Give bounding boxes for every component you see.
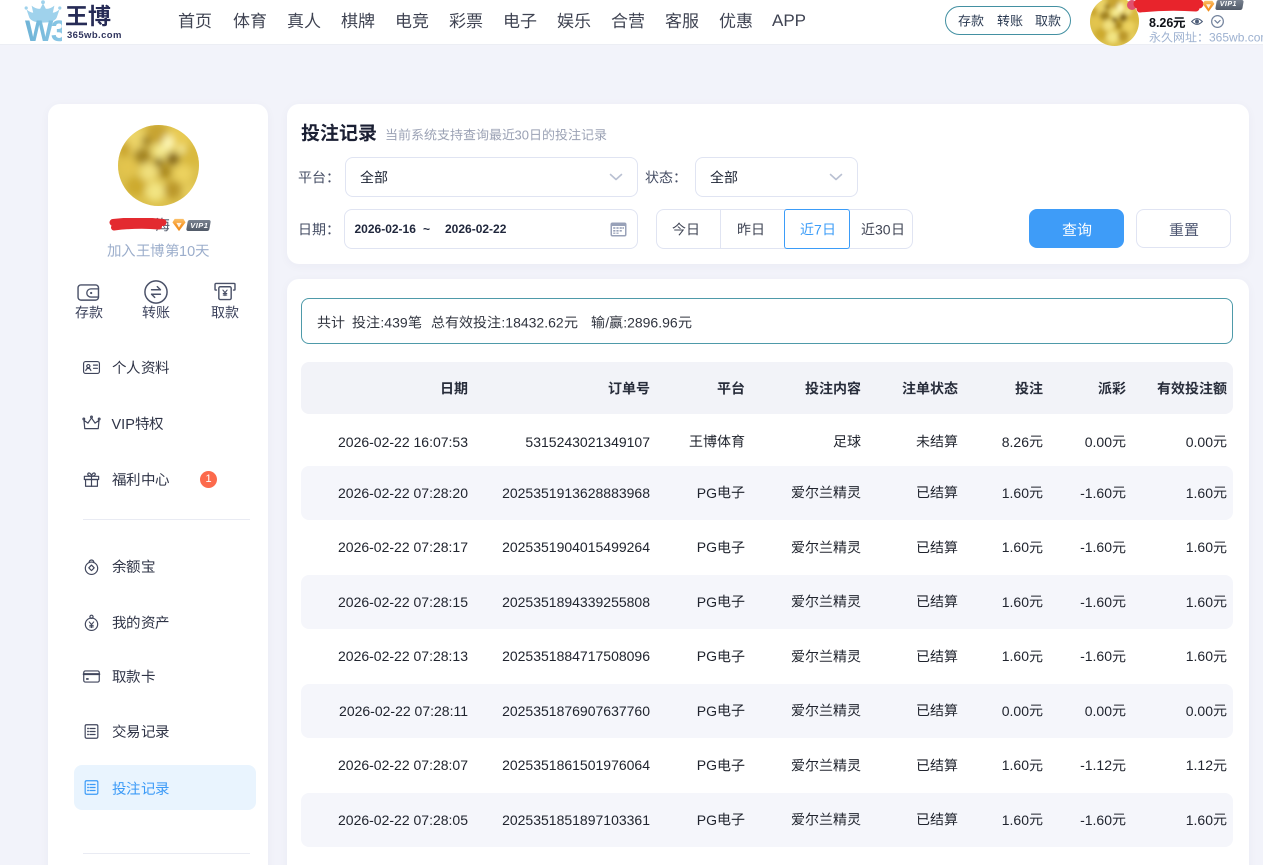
svg-text:W3: W3 — [25, 15, 62, 45]
